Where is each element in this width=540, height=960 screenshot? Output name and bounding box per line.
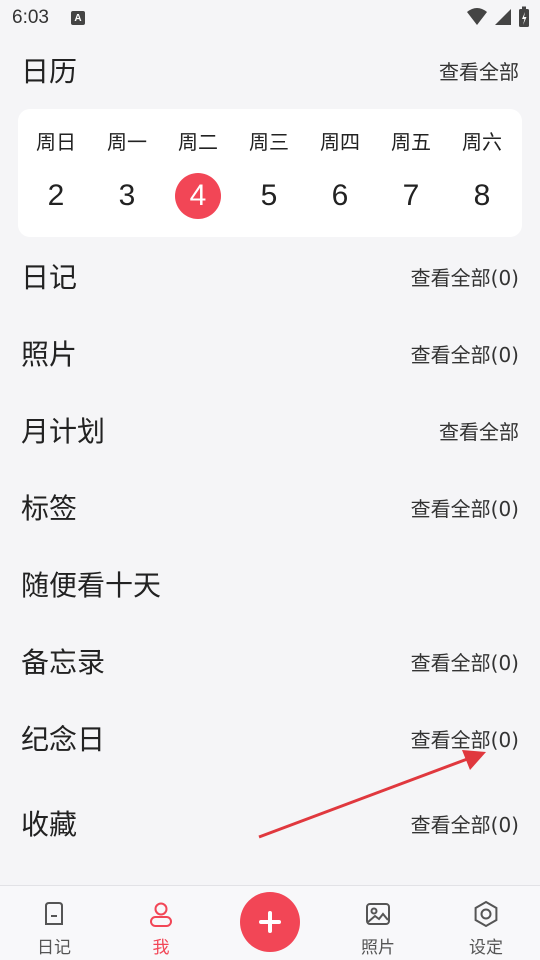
nav-label: 我 <box>152 938 170 958</box>
section-random-ten-days[interactable]: 随便看十天 <box>0 554 540 614</box>
date-number: 7 <box>402 179 420 212</box>
nav-diary[interactable]: 日记 <box>14 886 94 960</box>
nav-photos[interactable]: 照片 <box>338 886 418 960</box>
section-title: 纪念日 <box>21 723 106 756</box>
nav-me[interactable]: 我 <box>121 886 201 960</box>
section-title: 备忘录 <box>21 646 106 679</box>
section-title: 标签 <box>21 492 78 525</box>
weekday-label: 周五 <box>391 130 431 154</box>
favorites-view-all-link[interactable]: 查看全部(0) <box>411 809 519 838</box>
weekday-label: 周一 <box>107 130 147 154</box>
week-calendar-card: 周日 2 周一 3 周二 4 周三 5 周四 6 周五 7 周六 8 <box>18 109 522 237</box>
calendar-day-wed[interactable]: 周三 5 <box>239 109 299 237</box>
settings-icon <box>474 900 498 928</box>
section-favorites: 收藏 查看全部(0) <box>0 793 540 853</box>
wifi-icon <box>467 8 487 25</box>
section-anniversary: 纪念日 查看全部(0) <box>0 708 540 768</box>
weekday-label: 周二 <box>178 130 218 154</box>
tags-view-all-link[interactable]: 查看全部(0) <box>411 493 519 522</box>
date-number: 5 <box>260 179 278 212</box>
battery-icon <box>519 6 529 27</box>
section-monthly-plan: 月计划 查看全部 <box>0 400 540 460</box>
section-title: 日记 <box>21 261 78 294</box>
date-number: 6 <box>331 179 349 212</box>
section-photos: 照片 查看全部(0) <box>0 323 540 383</box>
section-title: 月计划 <box>21 415 106 448</box>
notification-icon: A <box>70 11 85 25</box>
date-number-today: 4 <box>175 173 221 219</box>
section-title: 收藏 <box>21 808 78 841</box>
nav-label: 照片 <box>361 938 395 958</box>
section-title: 随便看十天 <box>21 569 162 602</box>
calendar-day-sat[interactable]: 周六 8 <box>452 109 512 237</box>
status-icons <box>466 6 530 28</box>
section-title: 照片 <box>21 338 78 371</box>
date-number: 3 <box>118 179 136 212</box>
add-button[interactable] <box>240 892 300 952</box>
calendar-title: 日历 <box>21 55 78 88</box>
calendar-view-all-link[interactable]: 查看全部 <box>439 56 519 85</box>
calendar-day-mon[interactable]: 周一 3 <box>97 109 157 237</box>
bottom-nav: 日记 我 照片 设定 <box>0 885 540 960</box>
date-number: 8 <box>473 179 491 212</box>
monthly-plan-view-all-link[interactable]: 查看全部 <box>439 416 519 445</box>
calendar-day-tue[interactable]: 周二 4 <box>168 109 228 237</box>
person-icon <box>150 902 172 927</box>
calendar-header: 日历 查看全部 <box>0 40 540 100</box>
status-bar: 6:03 A <box>0 0 540 36</box>
calendar-day-fri[interactable]: 周五 7 <box>381 109 441 237</box>
plus-icon <box>259 911 281 933</box>
anniversary-view-all-link[interactable]: 查看全部(0) <box>411 724 519 753</box>
nav-label: 设定 <box>469 938 503 958</box>
calendar-day-sun[interactable]: 周日 2 <box>26 109 86 237</box>
image-icon <box>366 903 390 925</box>
weekday-label: 周六 <box>462 130 502 154</box>
calendar-day-thu[interactable]: 周四 6 <box>310 109 370 237</box>
weekday-label: 周三 <box>249 130 289 154</box>
photos-view-all-link[interactable]: 查看全部(0) <box>411 339 519 368</box>
memo-view-all-link[interactable]: 查看全部(0) <box>411 647 519 676</box>
section-tags: 标签 查看全部(0) <box>0 477 540 537</box>
diary-view-all-link[interactable]: 查看全部(0) <box>411 262 519 291</box>
signal-icon <box>495 9 511 25</box>
nav-settings[interactable]: 设定 <box>446 886 526 960</box>
weekday-label: 周四 <box>320 130 360 154</box>
status-time: 6:03 <box>12 7 49 28</box>
nav-label: 日记 <box>37 938 71 958</box>
section-memo: 备忘录 查看全部(0) <box>0 631 540 691</box>
diary-icon <box>45 902 63 925</box>
section-diary: 日记 查看全部(0) <box>0 246 540 306</box>
weekday-label: 周日 <box>36 130 76 154</box>
date-number: 2 <box>47 179 65 212</box>
